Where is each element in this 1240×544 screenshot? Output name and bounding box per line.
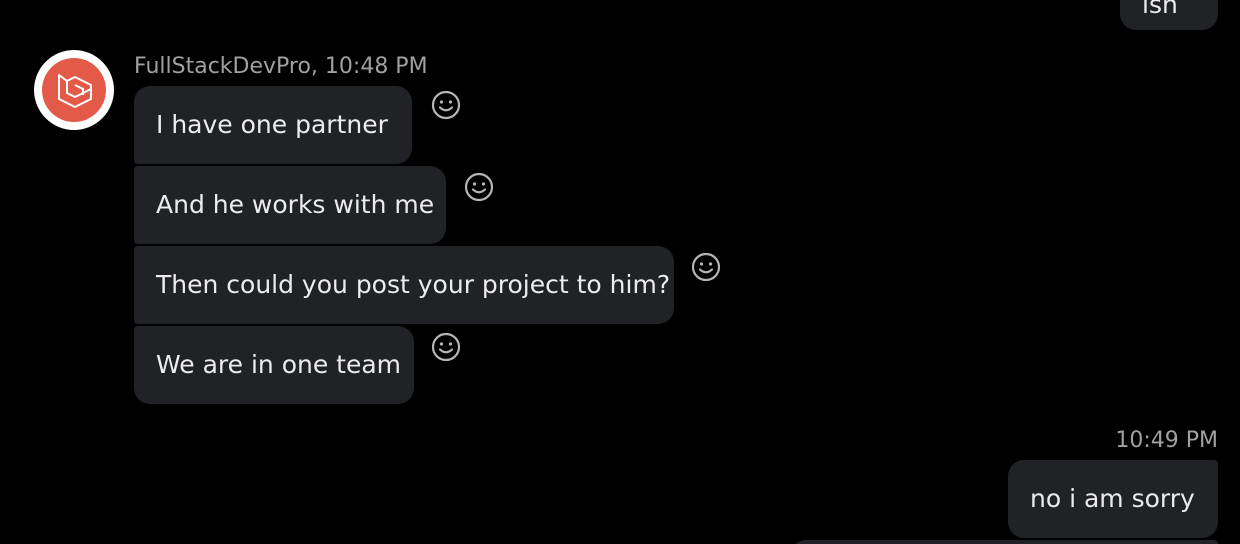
message-text: I have one partner — [156, 110, 388, 139]
message-timestamp: 10:49 PM — [1115, 428, 1218, 453]
message-bubble-outgoing-partial[interactable]: ish — [1120, 0, 1218, 30]
laravel-logo-icon — [42, 58, 106, 122]
smiley-reaction-icon[interactable] — [463, 171, 495, 203]
message-bubble-outgoing-partial-bottom[interactable] — [790, 540, 1218, 544]
message-text: And he works with me — [156, 190, 435, 219]
message-text: ish — [1142, 0, 1178, 19]
chat-window: ish FullStackDevPro, 10:48 PM I have one… — [0, 0, 1240, 544]
message-bubble-incoming[interactable]: And he works with me — [134, 166, 446, 244]
message-text: We are in one team — [156, 350, 402, 379]
message-bubble-incoming[interactable]: I have one partner — [134, 86, 412, 164]
smiley-reaction-icon[interactable] — [690, 251, 722, 283]
smiley-reaction-icon[interactable] — [430, 331, 462, 363]
message-text: no i am sorry — [1030, 484, 1195, 513]
message-text: Then could you post your project to him? — [156, 270, 671, 299]
sender-info: FullStackDevPro, 10:48 PM — [134, 54, 428, 79]
smiley-reaction-icon[interactable] — [430, 89, 462, 121]
message-bubble-outgoing[interactable]: no i am sorry — [1008, 460, 1218, 538]
avatar[interactable] — [34, 50, 114, 130]
message-bubble-incoming[interactable]: Then could you post your project to him? — [134, 246, 674, 324]
message-bubble-incoming[interactable]: We are in one team — [134, 326, 414, 404]
